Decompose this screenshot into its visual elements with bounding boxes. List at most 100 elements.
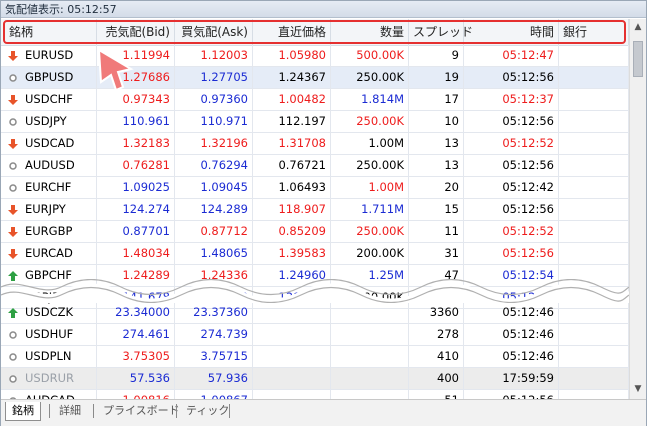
spread-cell: 400 (409, 368, 464, 389)
market-watch-window: 気配値表示: 05:12:57 銘柄 売気配(Bid) 買気配(Ask) 直近価… (0, 0, 647, 426)
last-price-cell: 0.85209 (253, 221, 331, 242)
symbol-cell: USDCAD (1, 133, 97, 154)
symbol-label: EURJPY (25, 202, 66, 216)
last-price-cell (253, 346, 331, 367)
symbol-cell: USDHUF (1, 324, 97, 345)
symbol-label: EURUSD (25, 48, 74, 62)
last-price-cell (253, 302, 331, 323)
tab-details[interactable]: 詳細 (53, 402, 87, 420)
scroll-up-icon[interactable]: ▲ (630, 19, 646, 35)
bid-cell: 57.536 (97, 368, 175, 389)
header-bid[interactable]: 売気配(Bid) (97, 19, 175, 45)
symbol-label: USDCAD (25, 136, 75, 150)
last-price-cell: 118.907 (253, 199, 331, 220)
pointer-arrow-icon (97, 48, 134, 92)
table-row[interactable]: USDRUR 57.536 57.936 400 17:59:59 (1, 368, 629, 390)
symbol-cell: AUDUSD (1, 155, 97, 176)
ask-cell: 23.37360 (175, 302, 253, 323)
symbol-cell: EURCAD (1, 243, 97, 264)
header-symbol[interactable]: 銘柄 (1, 19, 97, 45)
symbol-label: USDCHF (25, 92, 73, 106)
arrow-down-icon (8, 51, 18, 61)
tab-symbols[interactable]: 銘柄 (5, 402, 41, 421)
last-price-cell: 0.76721 (253, 155, 331, 176)
header-ask[interactable]: 買気配(Ask) (175, 19, 253, 45)
time-cell: 05:12:56 (464, 155, 559, 176)
neutral-dot-icon (9, 353, 17, 361)
symbol-cell: USDCHF (1, 89, 97, 110)
last-price-cell (253, 324, 331, 345)
table-row[interactable]: EURCAD 1.48034 1.48065 1.39583 200.00K 31 05:1… (1, 243, 629, 265)
volume-cell: 250.00K (331, 111, 409, 132)
symbol-label: USDPLN (25, 349, 72, 363)
table-row[interactable]: EURCHF 1.09025 1.09045 1.06493 1.00M 20 05:12:… (1, 177, 629, 199)
symbol-label: USDRUR (25, 371, 74, 385)
time-cell: 05:12:46 (464, 346, 559, 367)
table-row[interactable]: EURGBP 0.87701 0.87712 0.85209 250.00K 11 05:1… (1, 221, 629, 243)
bid-cell: 3.75305 (97, 346, 175, 367)
arrow-up-icon (8, 308, 18, 318)
ask-cell: 3.75715 (175, 346, 253, 367)
bid-cell: 110.961 (97, 111, 175, 132)
symbol-label: USDCZK (25, 305, 74, 319)
table-row[interactable]: USDCAD 1.32183 1.32196 1.31708 1.00M 13 05:12:… (1, 133, 629, 155)
time-cell: 05:12:46 (464, 302, 559, 323)
tab-price-board[interactable]: プライスボード (97, 402, 186, 420)
ask-cell: 0.76294 (175, 155, 253, 176)
volume-cell: 250.00K (331, 67, 409, 88)
spread-cell: 19 (409, 67, 464, 88)
last-price-cell: 1.06493 (253, 177, 331, 198)
neutral-dot-icon (9, 162, 17, 170)
scroll-thumb[interactable] (633, 41, 643, 77)
spread-cell: 11 (409, 221, 464, 242)
header-time[interactable]: 時間 (464, 19, 559, 45)
last-price-cell: 1.39583 (253, 243, 331, 264)
time-cell: 05:12:52 (464, 133, 559, 154)
bank-cell (559, 302, 629, 323)
ask-cell: 124.289 (175, 199, 253, 220)
volume-cell (331, 346, 409, 367)
table-row[interactable]: USDPLN 3.75305 3.75715 410 05:12:46 (1, 346, 629, 368)
arrow-down-icon (8, 205, 18, 215)
bank-cell (559, 67, 629, 88)
volume-cell: 1.814M (331, 89, 409, 110)
tab-tick[interactable]: ティック (180, 402, 235, 420)
table-row[interactable]: USDJPY 110.961 110.971 112.197 250.00K 10 05:1… (1, 111, 629, 133)
vertical-scrollbar[interactable]: ▲ ▼ (629, 19, 646, 399)
volume-cell: 1.00M (331, 177, 409, 198)
volume-cell: 1.00M (331, 133, 409, 154)
table-row[interactable]: EURJPY 124.274 124.289 118.907 1.711M 15 05:12… (1, 199, 629, 221)
symbol-cell: GBPUSD (1, 67, 97, 88)
arrow-down-icon (8, 139, 18, 149)
symbol-cell: EURUSD (1, 45, 97, 66)
ask-cell: 1.32196 (175, 133, 253, 154)
time-cell: 05:12:56 (464, 243, 559, 264)
volume-cell (331, 302, 409, 323)
spread-cell: 10 (409, 111, 464, 132)
last-price-cell: 1.24367 (253, 67, 331, 88)
header-bank[interactable]: 銀行 (559, 19, 629, 45)
window-title: 気配値表示: 05:12:57 (1, 1, 646, 18)
symbol-cell: EURGBP (1, 221, 97, 242)
table-row[interactable]: AUDUSD 0.76281 0.76294 0.76721 250.00K 13 05:1… (1, 155, 629, 177)
bank-cell (559, 243, 629, 264)
header-last[interactable]: 直近価格 (253, 19, 331, 45)
neutral-dot-icon (9, 331, 17, 339)
last-price-cell: 1.31708 (253, 133, 331, 154)
scroll-down-icon[interactable]: ▼ (630, 381, 646, 397)
neutral-dot-icon (9, 375, 17, 383)
time-cell: 05:12:52 (464, 221, 559, 242)
symbol-label: USDHUF (25, 327, 74, 341)
header-spread[interactable]: スプレッド (409, 19, 473, 45)
symbol-label: GBPUSD (25, 70, 74, 84)
last-price-cell: 1.05980 (253, 45, 331, 66)
symbol-label: AUDUSD (25, 158, 75, 172)
table-row[interactable]: USDHUF 274.461 274.739 278 05:12:46 (1, 324, 629, 346)
spread-cell: 31 (409, 243, 464, 264)
header-volume[interactable]: 数量 (331, 19, 409, 45)
time-cell: 05:12:56 (464, 67, 559, 88)
bank-cell (559, 111, 629, 132)
table-row[interactable]: USDCZK 23.34000 23.37360 3360 05:12:46 (1, 302, 629, 324)
bid-cell: 1.09025 (97, 177, 175, 198)
time-cell: 17:59:59 (464, 368, 559, 389)
